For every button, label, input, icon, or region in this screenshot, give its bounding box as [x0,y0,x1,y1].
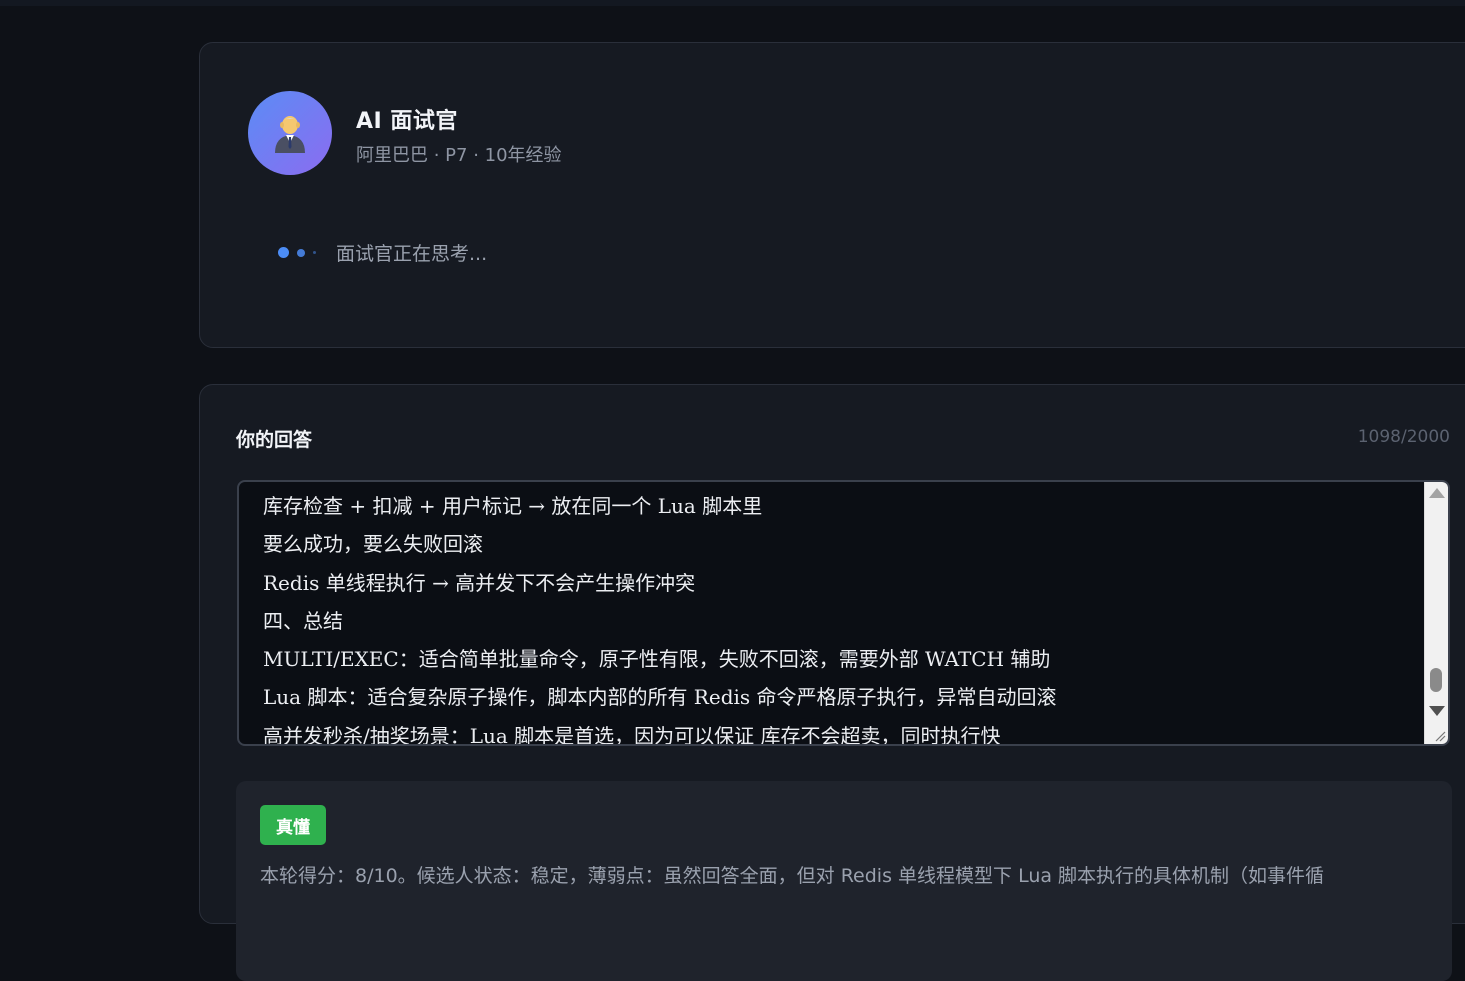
old-man-in-suit-icon [275,116,305,153]
thinking-indicator: 面试官正在思考... [278,239,487,266]
interviewer-meta: 阿里巴巴 · P7 · 10年经验 [356,145,562,166]
typing-dot-icon [313,251,316,254]
scrollbar-thumb[interactable] [1430,668,1442,692]
interviewer-name: AI 面试官 [356,109,458,134]
scroll-up-arrow-icon[interactable] [1429,488,1445,498]
verdict-badge: 真懂 [260,805,326,845]
top-bar [0,0,1465,6]
typing-dot-icon [278,247,289,258]
answer-line: Redis 单线程执行 → 高并发下不会产生操作冲突 [263,570,696,595]
char-counter: 1098/2000 [1357,427,1450,447]
answer-line: 四、总结 [263,608,343,633]
answer-line: 高并发秒杀/抽奖场景：Lua 脚本是首选，因为可以保证 库存不会超卖，同时执行快 [263,723,1001,746]
answer-text: 库存检查 + 扣减 + 用户标记 → 放在同一个 Lua 脚本里 要么成功，要么… [263,487,1057,746]
answer-line: 库存检查 + 扣减 + 用户标记 → 放在同一个 Lua 脚本里 [263,494,763,518]
evaluation-text: 本轮得分：8/10。候选人状态：稳定，薄弱点：虽然回答全面，但对 Redis 单… [260,865,1325,887]
evaluation-panel: 真懂 本轮得分：8/10。候选人状态：稳定，薄弱点：虽然回答全面，但对 Redi… [236,781,1452,981]
typing-dot-icon [297,248,305,257]
answer-line: 要么成功，要么失败回滚 [263,532,483,557]
interviewer-card: AI 面试官 阿里巴巴 · P7 · 10年经验 面试官正在思考... [199,42,1465,348]
answer-textarea[interactable]: 库存检查 + 扣减 + 用户标记 → 放在同一个 Lua 脚本里 要么成功，要么… [237,480,1450,746]
answer-line: Lua 脚本：适合复杂原子操作，脚本内部的所有 Redis 命令严格原子执行，异… [263,685,1057,710]
answer-line: MULTI/EXEC：适合简单批量命令，原子性有限，失败不回滚，需要外部 WAT… [263,647,1051,672]
resize-grip-icon[interactable] [1434,730,1446,742]
answer-title: 你的回答 [236,429,313,451]
textarea-scrollbar[interactable] [1424,482,1448,744]
answer-card: 你的回答 1098/2000 库存检查 + 扣减 + 用户标记 → 放在同一个 … [199,384,1465,981]
interviewer-avatar [248,91,332,175]
thinking-text: 面试官正在思考... [336,243,488,265]
scroll-down-arrow-icon[interactable] [1429,706,1445,716]
